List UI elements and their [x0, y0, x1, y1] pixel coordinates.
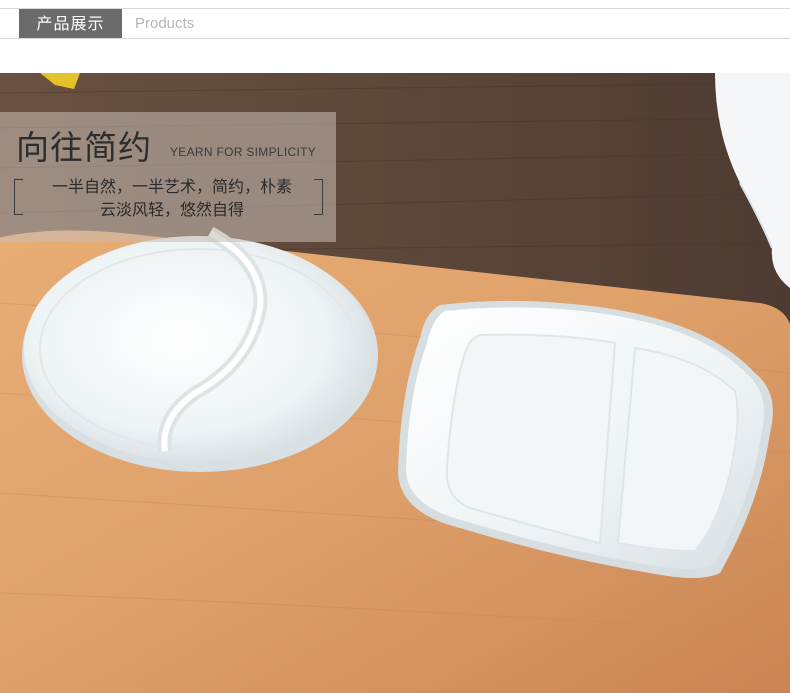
section-header: 产品展示 Products [0, 0, 790, 40]
section-subtitle: Products [135, 15, 195, 32]
section-tab: 产品展示 [19, 9, 122, 38]
banner-title-en: YEARN FOR SIMPLICITY [170, 145, 317, 159]
header-divider-bottom [0, 38, 790, 39]
bracket-left [14, 179, 23, 215]
banner-title: 向往简约 [16, 128, 152, 167]
banner-slogan-line1: 一半自然，一半艺术，简约，朴素 [51, 177, 292, 196]
banner-slogan-line2: 云淡风轻，悠然自得 [99, 200, 244, 219]
